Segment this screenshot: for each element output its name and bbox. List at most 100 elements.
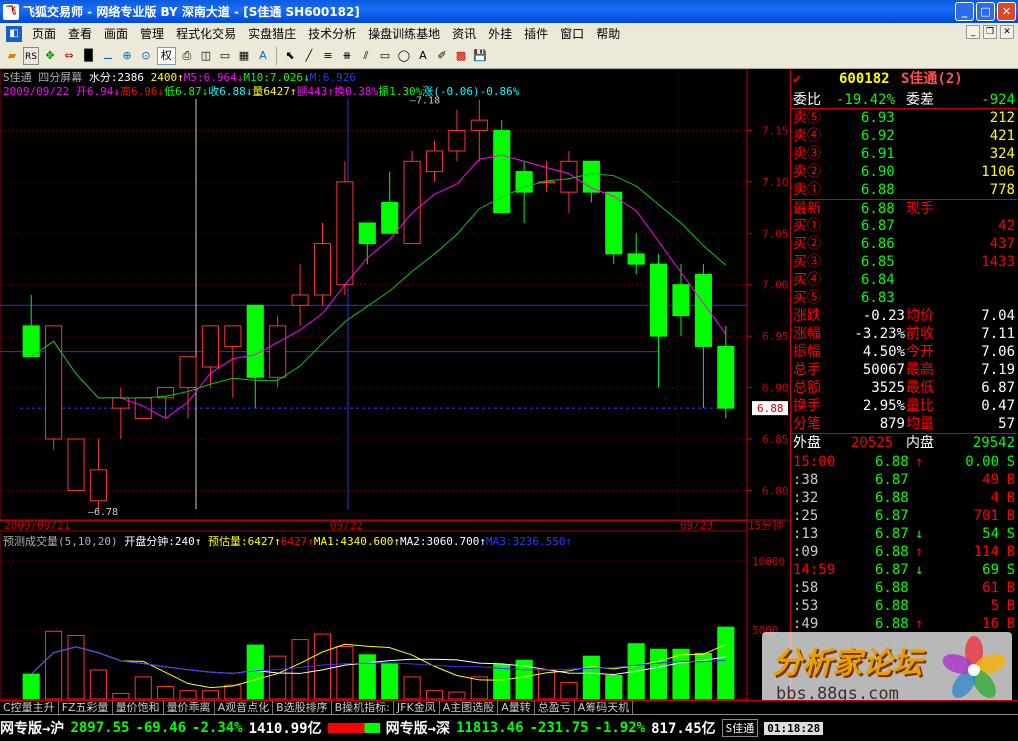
candle-body	[269, 325, 287, 378]
menu-manage[interactable]: 管理	[134, 25, 170, 42]
erase-icon[interactable]: ✐	[434, 47, 450, 65]
tick-price: 6.87	[875, 508, 909, 524]
tab-5[interactable]: B选股排序	[273, 701, 332, 715]
tab-10[interactable]: 总盈亏	[535, 701, 575, 715]
menu-news[interactable]: 资讯	[446, 25, 482, 42]
sz-label[interactable]: 网专版→深	[386, 718, 450, 738]
tab-9[interactable]: A量转	[498, 701, 535, 715]
price-tick-label: 6.90	[762, 382, 789, 395]
vol-ma20-line	[30, 646, 726, 675]
document-icon[interactable]: ◧	[6, 25, 22, 42]
weibi-value: -19.42%	[836, 92, 896, 108]
candle-body	[336, 181, 354, 286]
ruler-icon[interactable]: ▭	[217, 47, 233, 65]
menu-training[interactable]: 操盘训练基地	[362, 25, 446, 42]
sell-level-label: 卖③	[793, 146, 821, 162]
font-icon[interactable]: A	[415, 47, 431, 65]
mdi-restore-button[interactable]: ❐	[983, 25, 997, 39]
stat-label-2: 均量	[906, 416, 934, 432]
price-tick-label: 6.85	[762, 433, 789, 446]
menu-view[interactable]: 查看	[62, 25, 98, 42]
latest-price: 6.88	[861, 201, 895, 217]
tab-1[interactable]: FZ五彩量	[59, 701, 113, 715]
menu-external[interactable]: 外挂	[482, 25, 518, 42]
compass-icon[interactable]: ⊙	[138, 47, 154, 65]
ellipse-icon[interactable]: ◯	[396, 47, 412, 65]
bars-icon[interactable]: ▐▌	[80, 47, 97, 65]
pen-icon[interactable]: ╱	[301, 47, 317, 65]
menu-canvas[interactable]: 画面	[98, 25, 134, 42]
save-icon[interactable]: 💾	[472, 47, 488, 65]
tick-volume: 49	[982, 472, 999, 488]
tab-2[interactable]: 量价饱和	[113, 701, 164, 715]
gann-icon[interactable]: ⫽	[358, 47, 374, 65]
weibi-label: 委比	[793, 92, 821, 108]
chart-area[interactable]: 7.15 7.10 7.05 7.00 6.95 6.90 6.85 6.80 6.88 —7.1…	[0, 69, 790, 700]
grid-icon[interactable]: ▦	[236, 47, 252, 65]
menu-help[interactable]: 帮助	[590, 25, 626, 42]
current-price-label: 6.88	[757, 402, 784, 415]
tab-3[interactable]: 量价乖离	[164, 701, 215, 715]
sell-row: 卖① 6.88 778	[791, 181, 1017, 199]
tab-8[interactable]: A主图选股	[440, 701, 499, 715]
tick-price: 6.88	[875, 544, 909, 560]
folder-icon[interactable]: ▰	[4, 47, 20, 65]
stat-value: 4.50%	[862, 344, 905, 360]
menu-technical[interactable]: 技术分析	[302, 25, 362, 42]
mdi-minimize-button[interactable]: _	[966, 25, 980, 39]
tick-price: 6.88	[875, 616, 909, 632]
chart-icon[interactable]: ◫	[198, 47, 214, 65]
app-window: 飞 飞狐交易师 - 网络专业版 BY 深南大道 - [S佳通 SH600182]…	[0, 0, 1018, 741]
rights-select[interactable]: 权	[156, 47, 176, 65]
status-stock[interactable]: S佳通	[721, 719, 759, 737]
zoom-icon[interactable]: ⊕	[119, 47, 135, 65]
minimize-button[interactable]: _	[955, 2, 974, 21]
arrows-icon[interactable]: ⇔	[61, 47, 77, 65]
channel-icon[interactable]: ≡	[320, 47, 336, 65]
sell-volume: 778	[989, 182, 1015, 198]
stat-row: 总手 50067 最高 7.19	[791, 361, 1017, 379]
kline-hdr2-seg-8: 涨(-0.06)-0.86%	[422, 85, 520, 98]
tab-7[interactable]: JFK金凤	[394, 701, 440, 715]
outer-inner-row: 外盘 20525 内盘 29542	[791, 433, 1017, 451]
menu-plugins[interactable]: 插件	[518, 25, 554, 42]
color-icon[interactable]: ▩	[453, 47, 469, 65]
move-icon[interactable]: ✥	[42, 47, 58, 65]
tab-0[interactable]: C控量主升	[0, 701, 59, 715]
menu-program-trading[interactable]: 程式化交易	[170, 25, 242, 42]
cursor-icon[interactable]: ⬉	[282, 47, 298, 65]
kline-chart[interactable]: 7.157.107.057.006.956.906.856.806.88—7.1…	[0, 69, 790, 700]
close-button[interactable]: ✕	[997, 2, 1016, 21]
candle-body	[224, 325, 242, 347]
sh-label[interactable]: 网专版→沪	[0, 718, 64, 738]
mdi-close-button[interactable]: ✕	[1000, 25, 1014, 39]
candle-body	[201, 325, 220, 368]
tab-11[interactable]: A筹码天机	[575, 701, 634, 715]
print-icon[interactable]: ⎙	[179, 47, 195, 65]
indicator-tabs: C控量主升 FZ五彩量 量价饱和 量价乖离 A观音点化 B选股排序 B操机指标: JFK金凤 A…	[0, 700, 1018, 715]
menu-page[interactable]: 页面	[26, 25, 62, 42]
rect-icon[interactable]: ▭	[377, 47, 393, 65]
buy-row: 买① 6.87 42	[791, 217, 1017, 235]
rsi-icon[interactable]: RS	[23, 47, 39, 65]
menu-live[interactable]: 实盘猎庄	[242, 25, 302, 42]
line-icon[interactable]: ⚊	[100, 47, 116, 65]
sell-price: 6.88	[861, 182, 895, 198]
price-tick-label: 6.80	[762, 484, 789, 497]
tick-price: 6.88	[875, 580, 909, 596]
fib-icon[interactable]: ⧻	[339, 47, 355, 65]
stat-label: 涨跌	[793, 308, 821, 324]
waipan-label: 外盘	[793, 435, 821, 451]
tab-6[interactable]: B操机指标:	[332, 701, 394, 715]
tick-price: 6.88	[875, 598, 909, 614]
stat-value-2: 7.04	[981, 308, 1015, 324]
menu-window[interactable]: 窗口	[554, 25, 590, 42]
volume-bar	[224, 684, 242, 700]
text-icon[interactable]: A	[255, 47, 271, 65]
tick-volume: 5	[990, 598, 999, 614]
neipan-label: 内盘	[906, 435, 934, 451]
maximize-button[interactable]: □	[976, 2, 995, 21]
tab-4[interactable]: A观音点化	[215, 701, 274, 715]
tick-price: 6.88	[875, 454, 909, 470]
buy-row: 买② 6.86 437	[791, 235, 1017, 253]
